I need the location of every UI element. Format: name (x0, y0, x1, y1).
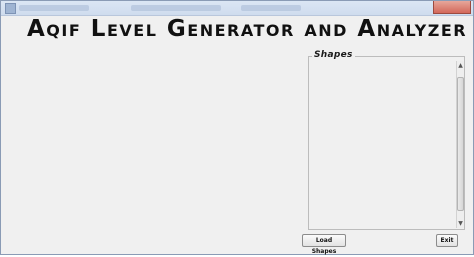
scrollbar-thumb[interactable] (457, 77, 464, 211)
page-title: Aqif Level Generator and Analyzer (27, 16, 468, 42)
main-window: Aqif Level Generator and Analyzer Shapes… (0, 0, 474, 255)
scroll-up-arrow-icon[interactable]: ▲ (457, 61, 464, 70)
scroll-down-arrow-icon[interactable]: ▼ (457, 219, 464, 228)
level-canvas[interactable] (4, 47, 300, 247)
load-shapes-button[interactable]: Load Shapes (302, 234, 346, 255)
title-bar-blur (241, 5, 301, 11)
shapes-panel-title: Shapes (312, 50, 355, 60)
shapes-list[interactable] (310, 61, 455, 228)
window-title-bar[interactable] (1, 1, 473, 16)
shapes-list-scrollbar[interactable]: ▲ ▼ (456, 61, 464, 228)
title-bar-blur (19, 5, 89, 11)
window-close-button[interactable] (433, 1, 471, 14)
title-bar-blur (131, 5, 221, 11)
exit-button[interactable]: Exit (436, 234, 458, 247)
app-window-icon (5, 3, 16, 14)
